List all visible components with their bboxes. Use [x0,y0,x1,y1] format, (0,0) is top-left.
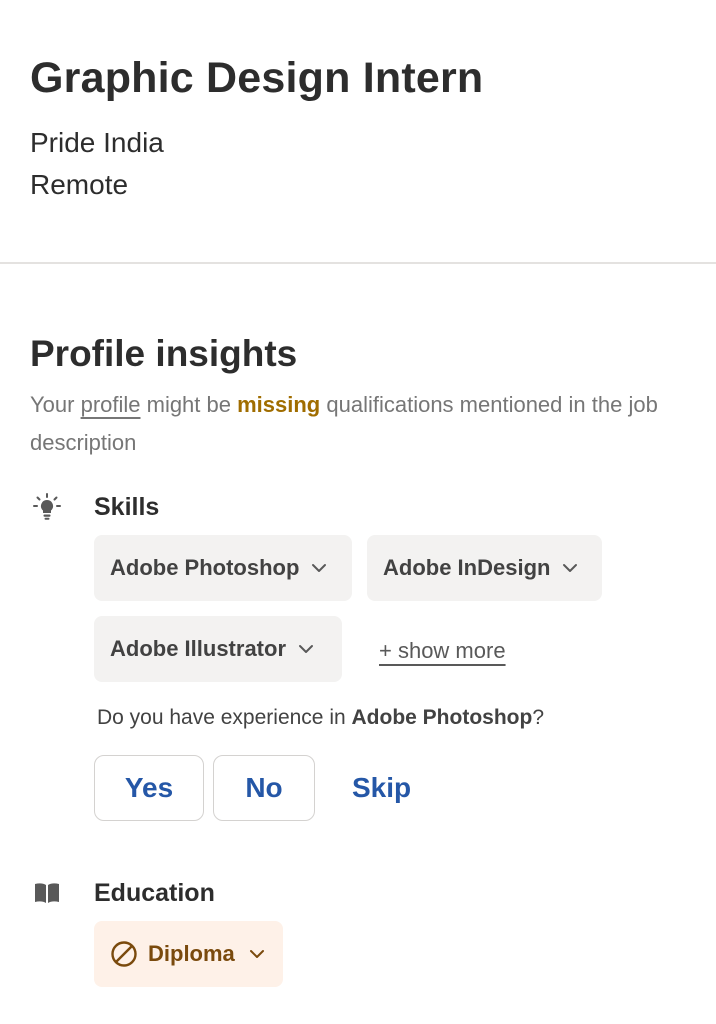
profile-link[interactable]: profile [81,392,141,417]
lightbulb-icon [30,490,64,524]
insights-heading: Profile insights [30,333,298,374]
insights-subtitle: Your profile might be missing qualificat… [30,386,680,462]
skill-chip-label: Adobe Photoshop [110,555,300,580]
insights-sub-mid: might be [140,392,238,417]
skill-chip-label: Adobe InDesign [383,555,551,580]
yes-button[interactable]: Yes [94,755,204,821]
question-suffix: ? [532,706,544,729]
skill-chip-label: Adobe Illustrator [110,636,287,661]
education-section: Education [30,876,690,910]
question-skill: Adobe Photoshop [351,706,533,729]
skill-chip-adobe-indesign[interactable]: Adobe InDesign [367,535,602,601]
skills-section: Skills [30,490,690,524]
book-icon [30,876,64,910]
skill-chip-adobe-photoshop[interactable]: Adobe Photoshop [94,535,352,601]
education-chip-diploma[interactable]: Diploma [94,921,283,987]
question-prefix: Do you have experience in [97,706,352,729]
chevron-down-icon [311,563,327,573]
skill-chip-adobe-illustrator[interactable]: Adobe Illustrator [94,616,342,682]
chevron-down-icon [249,949,265,959]
company-name: Pride India [30,127,164,158]
profile-insights: Profile insights Your profile might be m… [30,330,690,462]
education-chip-label: Diploma [148,941,235,966]
missing-emphasis: missing [237,392,321,417]
insights-sub-prefix: Your [30,392,81,417]
ban-icon [110,940,138,968]
job-meta: Pride India Remote [30,122,686,206]
no-button[interactable]: No [213,755,315,821]
job-header: Graphic Design Intern Pride India Remote [30,50,686,206]
skill-question: Do you have experience in Adobe Photosho… [97,706,544,730]
skip-button[interactable]: Skip [352,755,411,821]
chevron-down-icon [298,644,314,654]
section-divider [0,262,716,264]
show-more-link[interactable]: + show more [379,638,506,664]
chevron-down-icon [562,563,578,573]
job-title: Graphic Design Intern [30,54,484,102]
skills-title: Skills [94,493,160,521]
job-location: Remote [30,169,129,200]
education-title: Education [94,879,215,907]
